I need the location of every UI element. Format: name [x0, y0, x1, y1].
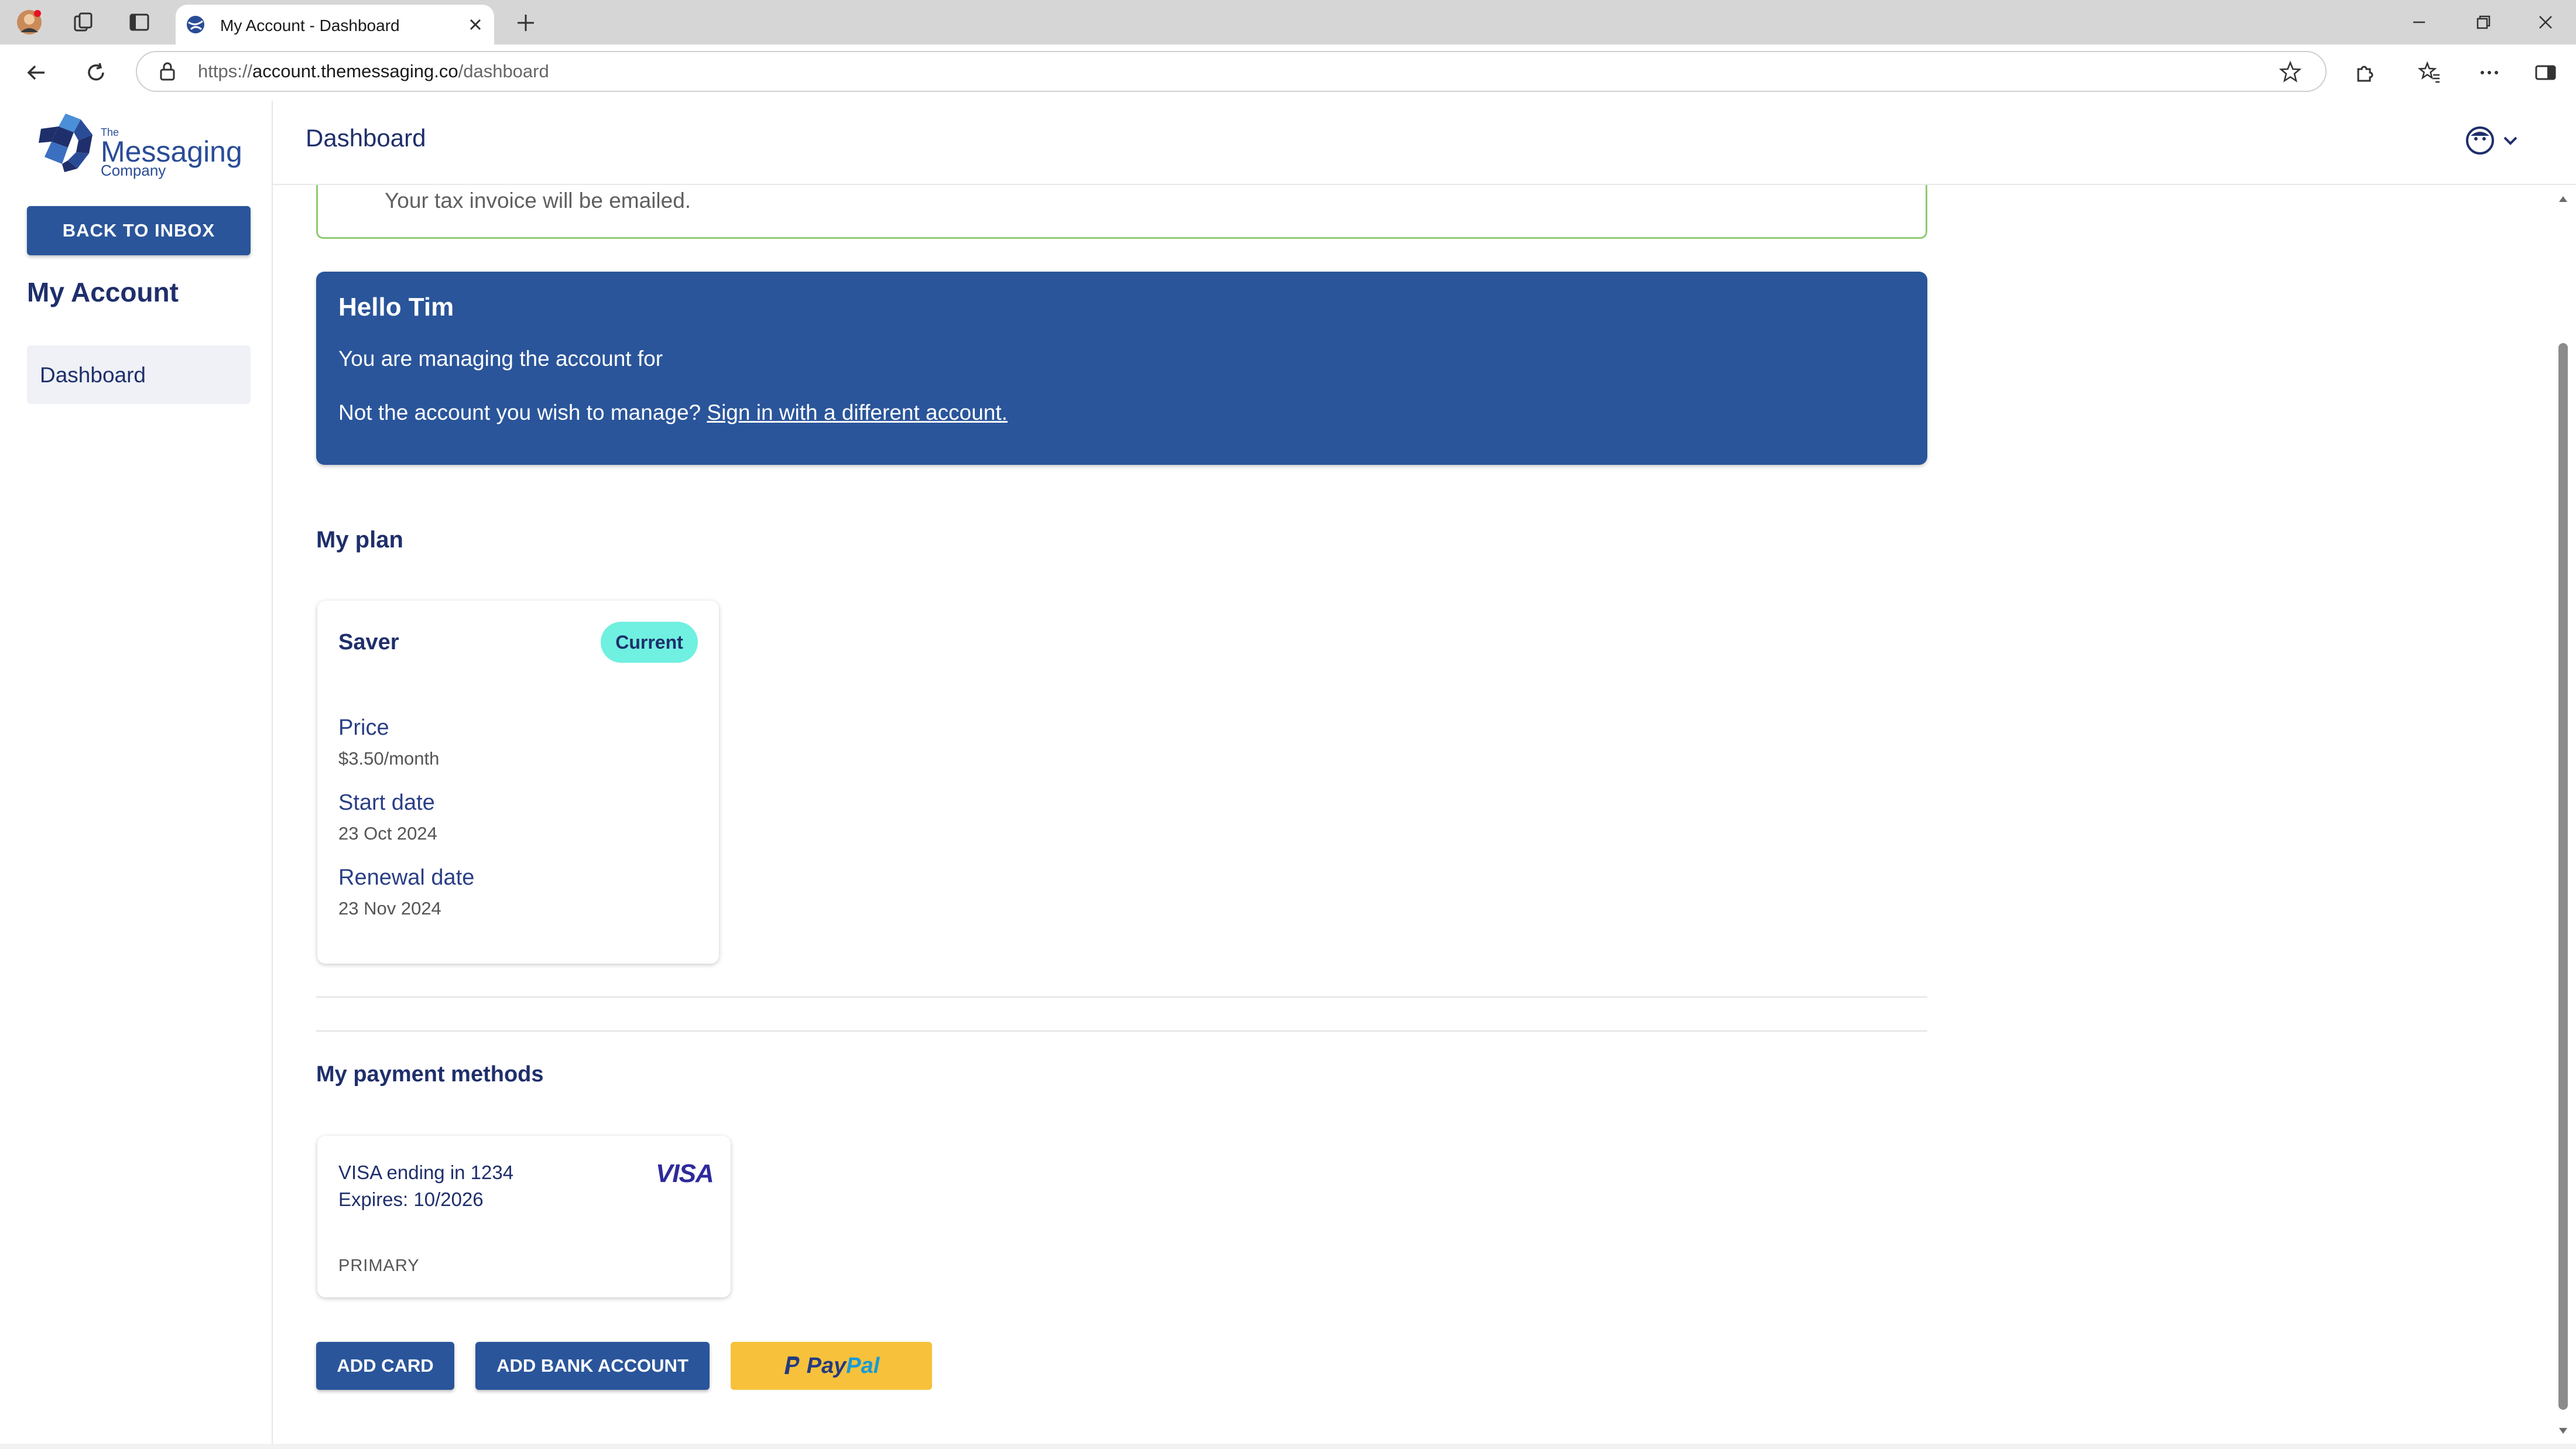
page-title: Dashboard [306, 124, 426, 152]
add-card-button[interactable]: ADD CARD [316, 1342, 454, 1390]
sidebar-section-title: My Account [27, 277, 179, 307]
paypal-text-pay: Pay [806, 1353, 847, 1378]
page-scrollbar[interactable] [2551, 185, 2576, 1449]
back-to-inbox-button[interactable]: BACK TO INBOX [27, 206, 251, 255]
tab-actions-icon[interactable] [123, 6, 156, 39]
extensions-icon[interactable] [2348, 55, 2383, 90]
favorites-icon[interactable] [2412, 55, 2447, 90]
url-path: /dashboard [458, 61, 549, 81]
price-label: Price [338, 715, 389, 740]
app-header: Dashboard [273, 101, 2576, 185]
account-banner: Hello Tim You are managing the account f… [316, 272, 1927, 465]
sidebar-item-dashboard[interactable]: Dashboard [27, 345, 251, 404]
lock-icon[interactable] [158, 61, 177, 81]
scroll-up-icon[interactable] [2557, 193, 2569, 205]
card-number-text: VISA ending in 1234 [338, 1162, 514, 1183]
paypal-text-pal: Pal [846, 1353, 880, 1378]
card-expiry-text: Expires: 10/2026 [338, 1188, 484, 1210]
window-bottom-edge [0, 1444, 2576, 1449]
sign-in-different-account-link[interactable]: Sign in with a different account. [707, 400, 1008, 424]
renewal-date-value: 23 Nov 2024 [338, 898, 441, 919]
minimize-icon[interactable] [2389, 0, 2450, 44]
browser-tab-bar: My Account - Dashboard [0, 0, 2576, 44]
scroll-down-icon[interactable] [2557, 1425, 2569, 1437]
primary-label: PRIMARY [338, 1256, 420, 1275]
greeting-title: Hello Tim [338, 293, 454, 321]
url-host: account.themessaging.co [252, 61, 458, 81]
avatar-icon[interactable] [2465, 125, 2495, 156]
logo-company: Company [101, 162, 166, 179]
payment-method-card: VISA ending in 1234 Expires: 10/2026 PRI… [317, 1136, 731, 1297]
price-value: $3.50/month [338, 748, 440, 769]
browser-toolbar: https://account.themessaging.co/dashboar… [0, 44, 2576, 101]
not-account-text: Not the account you wish to manage? [338, 400, 701, 424]
refresh-icon[interactable] [78, 55, 114, 90]
start-date-value: 23 Oct 2024 [338, 823, 437, 844]
visa-logo-icon: VISA [656, 1159, 714, 1188]
plan-card: Saver Current Price $3.50/month Start da… [317, 601, 719, 964]
plan-name: Saver [338, 630, 399, 655]
renewal-date-label: Renewal date [338, 865, 475, 890]
chevron-down-icon[interactable] [2501, 131, 2520, 150]
profile-icon[interactable] [13, 6, 46, 39]
url-text[interactable]: https://account.themessaging.co/dashboar… [198, 61, 549, 82]
restore-icon[interactable] [2453, 0, 2514, 44]
switch-account-line: Not the account you wish to manage? Sign… [338, 400, 1008, 425]
globe-icon [185, 14, 206, 35]
back-icon[interactable] [19, 55, 54, 90]
address-bar[interactable]: https://account.themessaging.co/dashboar… [136, 51, 2327, 92]
add-bank-account-button[interactable]: ADD BANK ACCOUNT [475, 1342, 710, 1390]
tab-my-account[interactable]: My Account - Dashboard [176, 5, 494, 44]
more-icon[interactable] [2472, 55, 2507, 90]
sidebar-item-label: Dashboard [40, 363, 146, 387]
paypal-icon [784, 1356, 800, 1374]
invoice-notice-text: Your tax invoice will be emailed. [385, 189, 691, 213]
my-plan-heading: My plan [316, 527, 403, 553]
status-badge: Current [601, 622, 698, 663]
star-icon[interactable] [2279, 60, 2302, 84]
url-scheme: https:// [198, 61, 253, 81]
logo-mark-icon [39, 114, 93, 172]
sidebar-icon[interactable] [2528, 55, 2563, 90]
divider [316, 1030, 1927, 1032]
close-icon[interactable] [463, 12, 488, 37]
collections-icon[interactable] [67, 6, 100, 39]
start-date-label: Start date [338, 790, 435, 815]
paypal-button[interactable]: Pay Pal [731, 1342, 932, 1390]
app-sidebar: The Messaging Company BACK TO INBOX My A… [0, 101, 273, 1449]
close-window-icon[interactable] [2515, 0, 2576, 44]
managing-text: You are managing the account for [338, 347, 663, 371]
company-logo[interactable]: The Messaging Company [35, 111, 242, 179]
plus-icon[interactable] [509, 8, 542, 37]
payment-methods-heading: My payment methods [316, 1062, 544, 1087]
scrollbar-thumb[interactable] [2558, 343, 2568, 1410]
tab-title: My Account - Dashboard [220, 16, 400, 35]
divider [316, 996, 1927, 998]
